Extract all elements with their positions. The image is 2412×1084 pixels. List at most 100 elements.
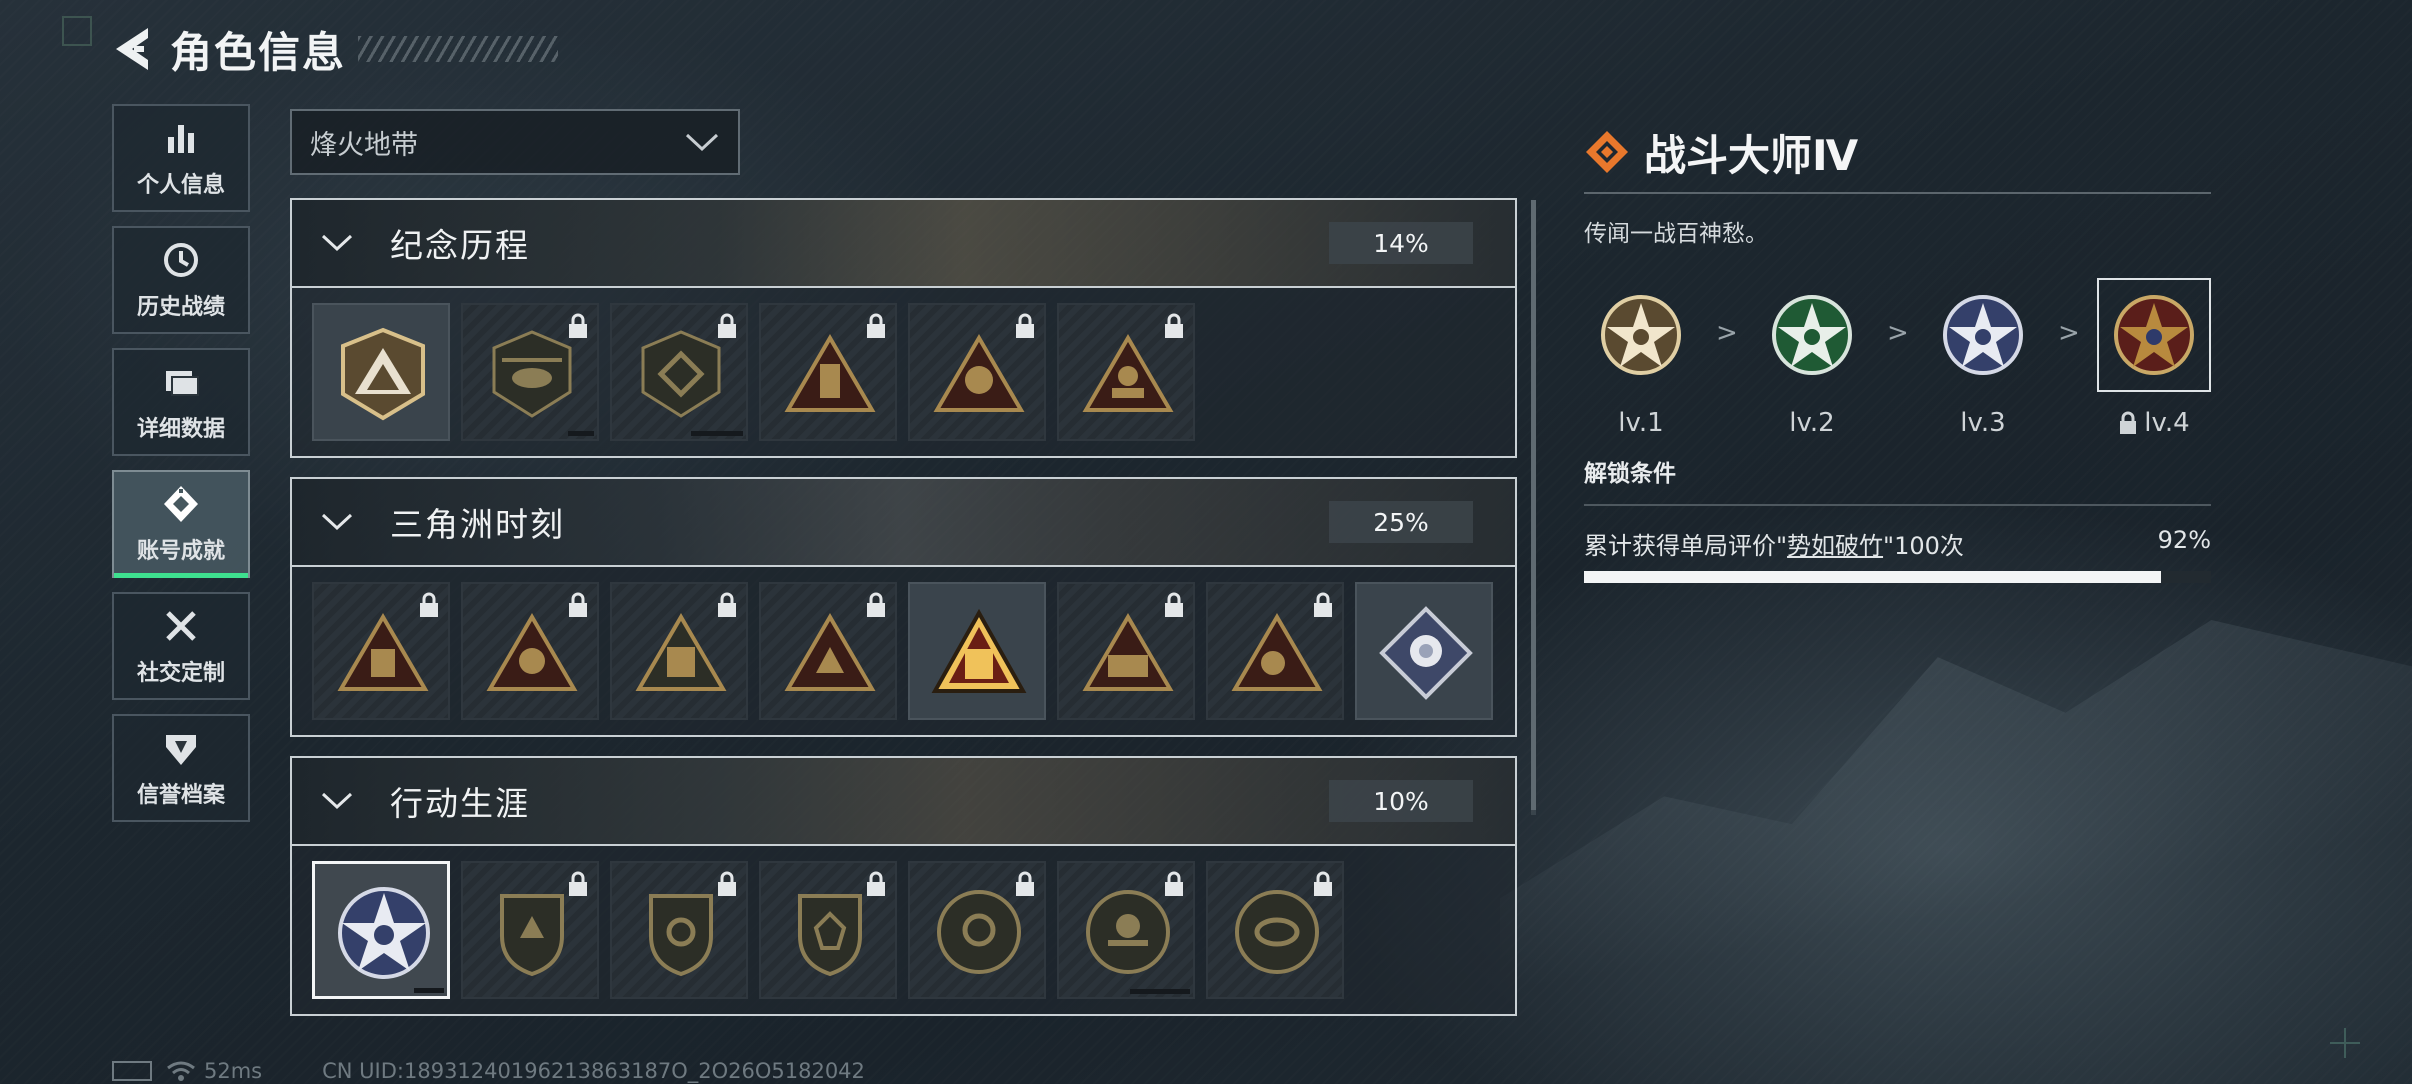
badge-item-locked[interactable] bbox=[759, 861, 897, 999]
scrollbar-thumb[interactable] bbox=[1531, 200, 1536, 810]
title-decoration bbox=[358, 36, 559, 62]
round-emblem-icon bbox=[1235, 890, 1319, 974]
triangle-emblem-icon bbox=[486, 613, 578, 691]
detail-header: 战斗大师Ⅳ bbox=[1584, 124, 2211, 180]
battery-icon bbox=[112, 1061, 152, 1081]
sidebar-item-social[interactable]: 社交定制 bbox=[112, 592, 250, 700]
badge-item-locked[interactable] bbox=[759, 303, 897, 441]
ping-value: 52ms bbox=[204, 1059, 263, 1083]
category-header[interactable]: 三角洲时刻 25% bbox=[290, 477, 1517, 567]
level-label-text: lv.4 bbox=[2144, 408, 2190, 438]
category-title: 行动生涯 bbox=[390, 784, 530, 823]
star-medal-icon bbox=[1943, 295, 2023, 375]
diamond-rank-icon bbox=[1586, 131, 1628, 173]
triangle-emblem-icon bbox=[341, 327, 425, 421]
rose-diamond-emblem-icon bbox=[1379, 606, 1473, 700]
sidebar-item-credit[interactable]: 信誉档案 bbox=[112, 714, 250, 822]
category-title: 三角洲时刻 bbox=[390, 505, 565, 544]
sidebar-item-label: 社交定制 bbox=[136, 661, 225, 686]
badge-item-locked[interactable] bbox=[908, 303, 1046, 441]
category-header[interactable]: 行动生涯 10% bbox=[290, 756, 1517, 846]
badge-item-locked[interactable] bbox=[312, 582, 450, 720]
condition-progress-bar bbox=[1584, 571, 2211, 583]
triangle-emblem-icon bbox=[1231, 613, 1323, 691]
lock-icon bbox=[867, 313, 885, 338]
divider bbox=[1584, 504, 2211, 506]
condition-progress-fill bbox=[1584, 571, 2161, 583]
level-badge-1[interactable] bbox=[1584, 278, 1698, 392]
crest-emblem-icon bbox=[500, 894, 564, 977]
badge-progress bbox=[414, 988, 444, 993]
badge-item-locked[interactable] bbox=[1206, 861, 1344, 999]
sidebar-item-detail-data[interactable]: 详细数据 bbox=[112, 348, 250, 456]
crest-emblem-icon bbox=[798, 894, 862, 977]
badge-item-locked[interactable] bbox=[1057, 303, 1195, 441]
category-commemorative: 纪念历程 14% bbox=[290, 198, 1517, 458]
level-label: lv.3 bbox=[1960, 408, 2006, 438]
badge-item-locked[interactable] bbox=[759, 582, 897, 720]
badge-item-locked[interactable] bbox=[1206, 582, 1344, 720]
badge-item-selected[interactable] bbox=[312, 861, 450, 999]
lock-icon bbox=[1016, 313, 1034, 338]
level-arrow: > bbox=[1716, 318, 1738, 348]
badge-item-locked[interactable] bbox=[610, 303, 748, 441]
lock-icon bbox=[718, 592, 736, 617]
level-badge-3[interactable] bbox=[1926, 278, 2040, 392]
divider bbox=[1584, 192, 2211, 194]
mode-dropdown[interactable]: 烽火地带 bbox=[290, 109, 740, 175]
chevron-down-icon bbox=[321, 234, 353, 252]
page-header: 角色信息 bbox=[112, 22, 559, 77]
level-badge-2[interactable] bbox=[1755, 278, 1869, 392]
badge-progress bbox=[1130, 989, 1190, 994]
category-title: 纪念历程 bbox=[390, 226, 530, 265]
round-emblem-icon bbox=[1086, 890, 1170, 974]
badge-item[interactable] bbox=[1355, 582, 1493, 720]
lock-icon bbox=[1314, 871, 1332, 896]
category-percent: 25% bbox=[1329, 501, 1473, 543]
lock-icon bbox=[2120, 411, 2137, 434]
category-header[interactable]: 纪念历程 14% bbox=[290, 198, 1517, 288]
badge-item-locked[interactable] bbox=[1057, 582, 1195, 720]
sidebar-item-personal-info[interactable]: 个人信息 bbox=[112, 104, 250, 212]
lock-icon bbox=[420, 592, 438, 617]
corner-plus-icon bbox=[2330, 1028, 2360, 1058]
badge-item[interactable] bbox=[908, 582, 1046, 720]
history-icon bbox=[164, 243, 198, 277]
lock-icon bbox=[569, 592, 587, 617]
badge-item-locked[interactable] bbox=[1057, 861, 1195, 999]
sidebar-item-label: 账号成就 bbox=[136, 539, 225, 564]
background-mountain bbox=[1500, 620, 2412, 1084]
condition-highlight: 势如破竹 bbox=[1787, 532, 1884, 560]
tools-icon bbox=[166, 611, 196, 641]
badge-item-locked[interactable] bbox=[461, 582, 599, 720]
star-medal-icon bbox=[2114, 295, 2194, 375]
chevron-down-icon bbox=[321, 513, 353, 531]
sidebar-item-label: 信誉档案 bbox=[136, 783, 225, 808]
sidebar-item-history[interactable]: 历史战绩 bbox=[112, 226, 250, 334]
wifi-icon bbox=[167, 1061, 195, 1081]
triangle-emblem-icon bbox=[933, 334, 1025, 412]
unlock-condition-text: 累计获得单局评价"势如破竹"100次 bbox=[1584, 526, 1964, 561]
detail-description: 传闻一战百神愁。 bbox=[1584, 221, 1768, 247]
level-arrow: > bbox=[1887, 318, 1909, 348]
lock-icon bbox=[569, 313, 587, 338]
back-arrow-icon[interactable] bbox=[112, 26, 152, 72]
sidebar-item-label: 详细数据 bbox=[136, 417, 225, 442]
lock-icon bbox=[1016, 871, 1034, 896]
triangle-emblem-icon bbox=[1082, 334, 1174, 412]
badge-item-locked[interactable] bbox=[610, 582, 748, 720]
achievement-icon bbox=[164, 486, 198, 522]
badge-item-locked[interactable] bbox=[461, 303, 599, 441]
chevron-down-icon bbox=[321, 792, 353, 810]
sidebar-item-achievements[interactable]: 账号成就 bbox=[112, 470, 250, 578]
category-delta-moments: 三角洲时刻 25% bbox=[290, 477, 1517, 737]
star-medal-icon bbox=[1772, 295, 1852, 375]
level-label: lv.2 bbox=[1789, 408, 1835, 438]
level-badge-4[interactable] bbox=[2097, 278, 2211, 392]
badge-item[interactable] bbox=[312, 303, 450, 441]
badge-item-locked[interactable] bbox=[908, 861, 1046, 999]
crest-emblem-icon bbox=[649, 894, 713, 977]
badge-item-locked[interactable] bbox=[461, 861, 599, 999]
badge-item-locked[interactable] bbox=[610, 861, 748, 999]
lock-icon bbox=[718, 313, 736, 338]
